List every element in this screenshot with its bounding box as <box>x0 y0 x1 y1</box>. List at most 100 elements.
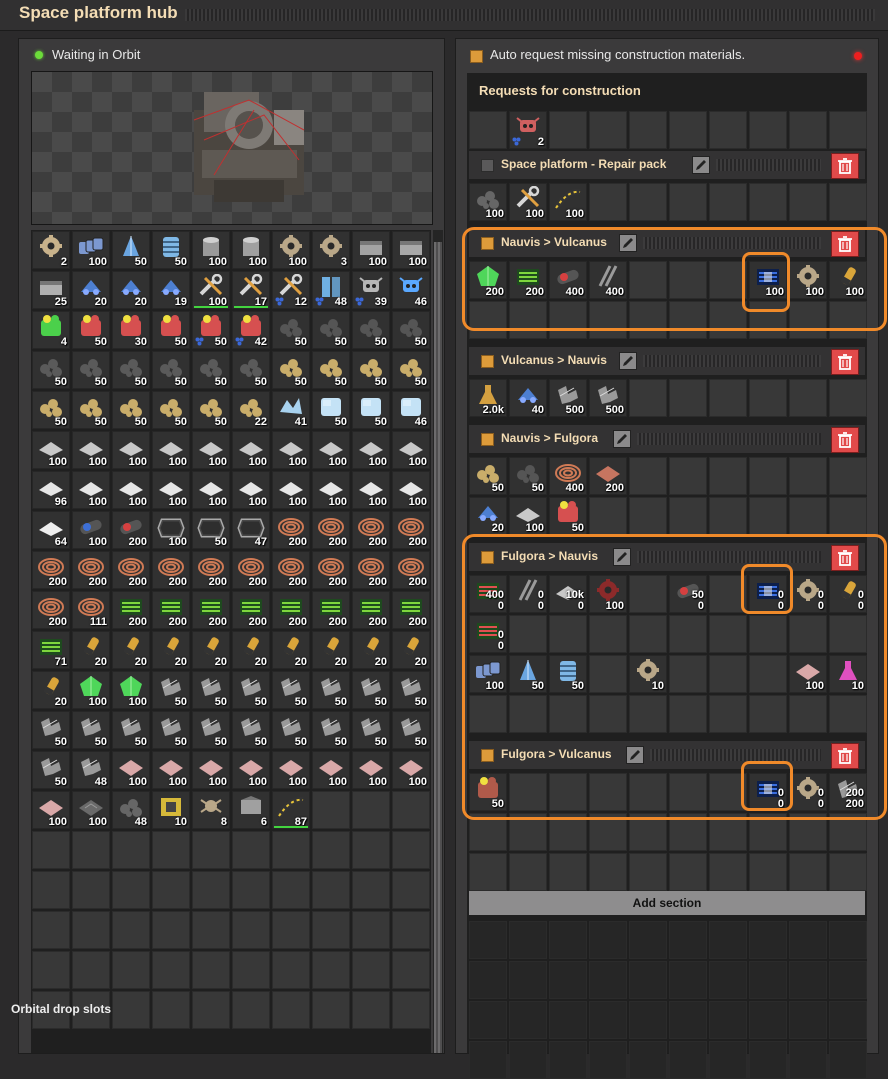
inventory-slot[interactable]: 20 <box>72 631 110 669</box>
inventory-slot[interactable]: 100 <box>192 751 230 789</box>
inventory-slot[interactable]: 8 <box>192 791 230 829</box>
inventory-slot[interactable]: 50 <box>232 351 270 389</box>
inventory-slot[interactable]: 50 <box>352 391 390 429</box>
request-slot[interactable]: 200 <box>589 457 627 495</box>
inventory-slot[interactable]: 100 <box>112 471 150 509</box>
request-slot[interactable]: 50 <box>549 497 587 535</box>
inventory-slot[interactable]: 100 <box>272 231 310 269</box>
inventory-slot-empty[interactable] <box>312 951 350 989</box>
section-drag-handle[interactable] <box>716 159 821 171</box>
section-checkbox[interactable] <box>481 433 494 446</box>
drop-slot-empty[interactable] <box>829 961 867 999</box>
inventory-slot[interactable]: 50 <box>192 711 230 749</box>
inventory-slot[interactable]: 111 <box>72 591 110 629</box>
request-slot-empty[interactable] <box>629 183 667 221</box>
inventory-slot-empty[interactable] <box>152 951 190 989</box>
inventory-slot[interactable]: 25 <box>32 271 70 309</box>
request-slot-empty[interactable] <box>669 497 707 535</box>
inventory-slot[interactable]: 100 <box>112 751 150 789</box>
inventory-slot[interactable]: 100 <box>392 231 430 269</box>
request-slot-empty[interactable] <box>549 853 587 891</box>
inventory-slot[interactable]: 50 <box>352 351 390 389</box>
section-checkbox[interactable] <box>481 159 494 172</box>
inventory-slot-empty[interactable] <box>192 911 230 949</box>
request-slot-empty[interactable] <box>789 457 827 495</box>
inventory-slot[interactable]: 200 <box>192 591 230 629</box>
inventory-slot[interactable]: 50 <box>272 311 310 349</box>
edit-section-button[interactable] <box>619 352 637 370</box>
drop-slot-empty[interactable] <box>789 961 827 999</box>
inventory-slot[interactable]: 50 <box>352 711 390 749</box>
inventory-slot[interactable]: 50 <box>232 671 270 709</box>
drop-slot-empty[interactable] <box>749 961 787 999</box>
inventory-slot[interactable]: 17 <box>232 271 270 309</box>
inventory-slot[interactable]: 50 <box>192 391 230 429</box>
inventory-slot[interactable]: 50 <box>192 311 230 349</box>
inventory-slot[interactable]: 100 <box>192 271 230 309</box>
drop-slot-empty[interactable] <box>509 921 547 959</box>
request-slot-empty[interactable] <box>629 497 667 535</box>
inventory-slot[interactable]: 100 <box>352 431 390 469</box>
section-drag-handle[interactable] <box>637 433 821 445</box>
drop-slot-empty[interactable] <box>469 1001 507 1039</box>
inventory-slot[interactable]: 6 <box>232 791 270 829</box>
section-checkbox[interactable] <box>481 355 494 368</box>
inventory-slot[interactable]: 20 <box>272 631 310 669</box>
drop-slot-empty[interactable] <box>469 921 507 959</box>
inventory-slot[interactable]: 200 <box>112 551 150 589</box>
inventory-slot-empty[interactable] <box>352 991 390 1029</box>
request-slot-empty[interactable] <box>749 457 787 495</box>
inventory-slot[interactable]: 50 <box>312 391 350 429</box>
inventory-slot-empty[interactable] <box>32 911 70 949</box>
delete-section-button[interactable] <box>831 349 859 375</box>
inventory-slot-empty[interactable] <box>112 991 150 1029</box>
inventory-slot[interactable]: 20 <box>152 631 190 669</box>
inventory-slot-empty[interactable] <box>232 911 270 949</box>
inventory-slot[interactable]: 200 <box>272 551 310 589</box>
inventory-slot[interactable]: 20 <box>392 631 430 669</box>
inventory-slot-empty[interactable] <box>232 831 270 869</box>
drop-slot-empty[interactable] <box>669 961 707 999</box>
inventory-slot-empty[interactable] <box>192 951 230 989</box>
inventory-slot[interactable]: 41 <box>272 391 310 429</box>
inventory-slot-empty[interactable] <box>32 951 70 989</box>
edit-section-button[interactable] <box>613 430 631 448</box>
inventory-slot[interactable]: 50 <box>32 751 70 789</box>
inventory-slot[interactable]: 200 <box>232 591 270 629</box>
inventory-slot[interactable]: 100 <box>192 231 230 269</box>
auto-request-checkbox[interactable] <box>470 50 483 63</box>
request-slot-empty[interactable] <box>789 497 827 535</box>
inventory-slot[interactable]: 50 <box>232 711 270 749</box>
inventory-slot[interactable]: 100 <box>152 511 190 549</box>
inventory-slot[interactable]: 100 <box>72 511 110 549</box>
inventory-slot[interactable]: 48 <box>112 791 150 829</box>
drop-slot-empty[interactable] <box>789 921 827 959</box>
inventory-slot-empty[interactable] <box>72 911 110 949</box>
inventory-slot[interactable]: 50 <box>72 311 110 349</box>
inventory-slot[interactable]: 200 <box>352 551 390 589</box>
inventory-slot[interactable]: 2 <box>32 231 70 269</box>
inventory-slot-empty[interactable] <box>112 951 150 989</box>
request-slot[interactable]: 400 <box>549 457 587 495</box>
request-slot-empty[interactable] <box>469 853 507 891</box>
request-slot-empty[interactable] <box>829 497 867 535</box>
request-slot[interactable]: 500 <box>549 379 587 417</box>
drop-slot-empty[interactable] <box>709 1041 747 1079</box>
inventory-slot-empty[interactable] <box>272 831 310 869</box>
inventory-slot[interactable]: 50 <box>352 311 390 349</box>
request-slot-empty[interactable] <box>469 111 507 149</box>
inventory-slot[interactable]: 50 <box>72 351 110 389</box>
inventory-slot[interactable]: 50 <box>152 671 190 709</box>
drop-slot-empty[interactable] <box>749 921 787 959</box>
inventory-slot[interactable]: 20 <box>312 631 350 669</box>
inventory-slot[interactable]: 200 <box>192 551 230 589</box>
inventory-slot[interactable]: 50 <box>112 231 150 269</box>
inventory-slot-empty[interactable] <box>152 871 190 909</box>
inventory-slot-empty[interactable] <box>392 911 430 949</box>
inventory-slot[interactable]: 100 <box>392 751 430 789</box>
inventory-slot[interactable]: 200 <box>392 551 430 589</box>
drop-slot-empty[interactable] <box>589 961 627 999</box>
inventory-slot[interactable]: 100 <box>72 791 110 829</box>
inventory-slot[interactable]: 42 <box>232 311 270 349</box>
inventory-slot-empty[interactable] <box>312 871 350 909</box>
